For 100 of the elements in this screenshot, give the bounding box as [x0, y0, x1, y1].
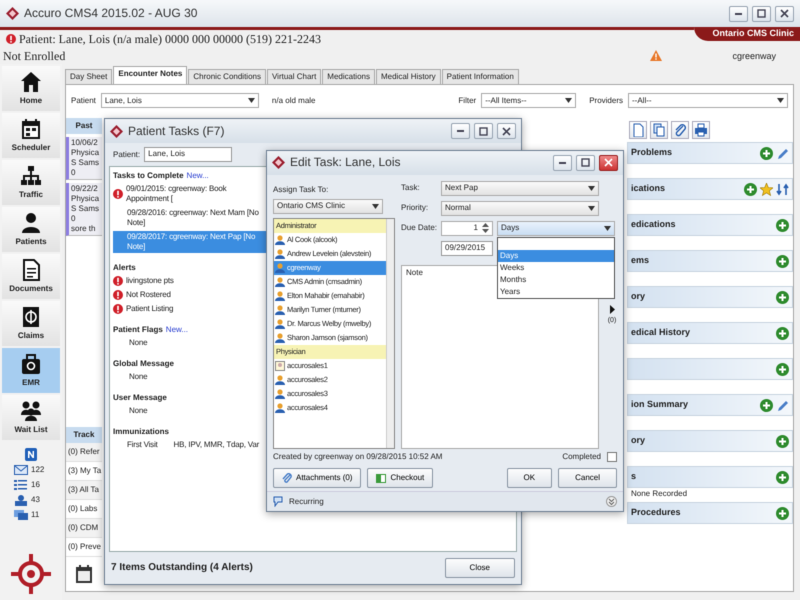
encounter-card[interactable]: 09/22/2 Physica S Sams 0 sore th — [66, 183, 102, 236]
org-chart-icon — [20, 165, 42, 187]
attach-button[interactable] — [671, 121, 689, 139]
tab[interactable]: Encounter Notes — [113, 66, 188, 84]
sidebar-item[interactable]: Home — [2, 66, 60, 111]
tab[interactable]: Patient Information — [442, 69, 519, 84]
expand-arrow-icon[interactable] — [610, 304, 614, 314]
section-item[interactable]: Not Rostered — [113, 289, 269, 301]
encounter-card[interactable]: 10/06/2 Physica S Sams 0 — [66, 137, 102, 180]
attachments-button[interactable]: Attachments (0) — [273, 468, 362, 488]
star-icon[interactable] — [760, 182, 773, 196]
sidebar-item[interactable]: Documents — [2, 254, 60, 299]
filter-select[interactable]: --All Items-- — [481, 93, 576, 108]
scrollbar[interactable] — [386, 218, 394, 448]
new-link[interactable]: New... — [166, 325, 188, 335]
tracking-item[interactable]: (3) All Ta — [66, 481, 102, 500]
close-button[interactable] — [599, 154, 618, 171]
section-item[interactable]: Patient Listing — [113, 303, 269, 315]
new-link[interactable]: New... — [186, 171, 209, 181]
tracking-item[interactable]: (0) Refer — [66, 443, 102, 462]
tab[interactable]: Day Sheet — [65, 69, 112, 84]
close-dialog-button[interactable]: Close — [444, 558, 515, 578]
task-item[interactable]: 09/28/2016: cgreenway: Next Mam [No Note] — [113, 207, 269, 229]
field-label: Patient: — [113, 150, 140, 160]
expand-icon[interactable] — [606, 496, 617, 508]
maximize-button[interactable] — [752, 6, 771, 22]
edit-icon[interactable] — [776, 146, 789, 160]
cancel-button[interactable]: Cancel — [558, 468, 617, 488]
add-icon[interactable] — [776, 290, 789, 304]
tracking-item[interactable]: (0) Preve — [66, 538, 102, 557]
tracking-item[interactable]: (0) CDM — [66, 519, 102, 538]
patient-select[interactable]: Lane, Lois — [100, 93, 259, 108]
minimize-button[interactable] — [729, 6, 748, 22]
print-button[interactable] — [692, 121, 710, 139]
minimize-button[interactable] — [451, 123, 470, 139]
add-icon[interactable] — [776, 326, 789, 340]
maximize-button[interactable] — [474, 123, 493, 139]
unit-select[interactable]: Days — [497, 220, 615, 236]
add-icon[interactable] — [776, 254, 789, 268]
patient-field[interactable]: Lane, Lois — [144, 147, 232, 162]
tab[interactable]: Medications — [322, 69, 375, 84]
add-icon[interactable] — [744, 182, 757, 196]
notes-icon[interactable] — [25, 448, 37, 461]
sidebar-item[interactable]: Claims — [2, 301, 60, 346]
task-item[interactable]: 09/01/2015: cgreenway: Book Appointment [ — [113, 183, 269, 205]
task-select[interactable]: Next Pap — [441, 180, 599, 196]
providers-select[interactable]: --All-- — [628, 93, 788, 108]
sidebar-item[interactable]: Patients — [2, 207, 60, 252]
section-header[interactable]: ications — [627, 178, 793, 200]
swap-icon[interactable] — [776, 182, 789, 196]
close-button[interactable] — [497, 123, 516, 139]
tab[interactable]: Virtual Chart — [266, 69, 322, 84]
calendar-icon[interactable] — [76, 565, 92, 583]
add-icon[interactable] — [776, 362, 789, 376]
add-icon[interactable] — [776, 434, 789, 448]
list-icon[interactable] — [14, 479, 28, 491]
document-button[interactable] — [629, 121, 647, 139]
ok-button[interactable]: OK — [506, 468, 552, 488]
close-button[interactable] — [775, 6, 794, 22]
add-icon[interactable] — [760, 398, 773, 412]
copy-button[interactable] — [650, 121, 668, 139]
sidebar-item[interactable]: EMR — [2, 348, 60, 393]
add-icon[interactable] — [776, 218, 789, 232]
sidebar-item[interactable]: Wait List — [2, 395, 60, 440]
section-header[interactable]: edical History — [627, 322, 793, 344]
due-date-field[interactable]: 09/29/2015 — [441, 240, 493, 256]
sidebar-item[interactable]: Scheduler — [2, 113, 60, 158]
mail-icon[interactable] — [14, 464, 28, 476]
due-count-field[interactable]: 1 — [441, 220, 493, 236]
section-header[interactable] — [627, 358, 793, 380]
tab[interactable]: Medical History — [376, 69, 441, 84]
app-logo-icon — [6, 7, 19, 20]
item-text: 09/01/2015: cgreenway: Book Appointment [ — [126, 184, 228, 204]
section-title: s — [631, 471, 636, 483]
app-logo-icon — [272, 156, 285, 170]
maximize-button[interactable] — [576, 154, 595, 171]
add-icon[interactable] — [776, 506, 789, 520]
section-header[interactable]: edications — [627, 214, 793, 236]
add-icon[interactable] — [776, 470, 789, 484]
completed-checkbox[interactable] — [607, 452, 617, 462]
checkout-button[interactable]: Checkout — [367, 468, 434, 488]
clinic-name: Ontario CMS Clinic — [694, 27, 800, 42]
add-icon[interactable] — [760, 146, 773, 160]
section-header[interactable]: Problems — [627, 142, 793, 164]
section-header[interactable]: ems — [627, 250, 793, 272]
inbox-icon[interactable] — [14, 494, 28, 506]
section-header[interactable]: Procedures — [627, 502, 793, 524]
minimize-button[interactable] — [553, 154, 572, 171]
section-header[interactable]: ory — [627, 430, 793, 452]
priority-select[interactable]: Normal — [441, 200, 599, 216]
assign-select[interactable]: Ontario CMS Clinic — [273, 198, 383, 214]
edit-icon[interactable] — [776, 398, 789, 412]
chat-icon[interactable] — [14, 509, 28, 521]
section-header[interactable]: s — [627, 466, 793, 488]
section-header[interactable]: ory — [627, 286, 793, 308]
sidebar-item[interactable]: Traffic — [2, 160, 60, 205]
section-item[interactable]: livingstone pts — [113, 275, 269, 287]
spinner-icon[interactable] — [482, 222, 489, 234]
tab[interactable]: Chronic Conditions — [188, 69, 266, 84]
section-header[interactable]: ion Summary — [627, 394, 793, 416]
